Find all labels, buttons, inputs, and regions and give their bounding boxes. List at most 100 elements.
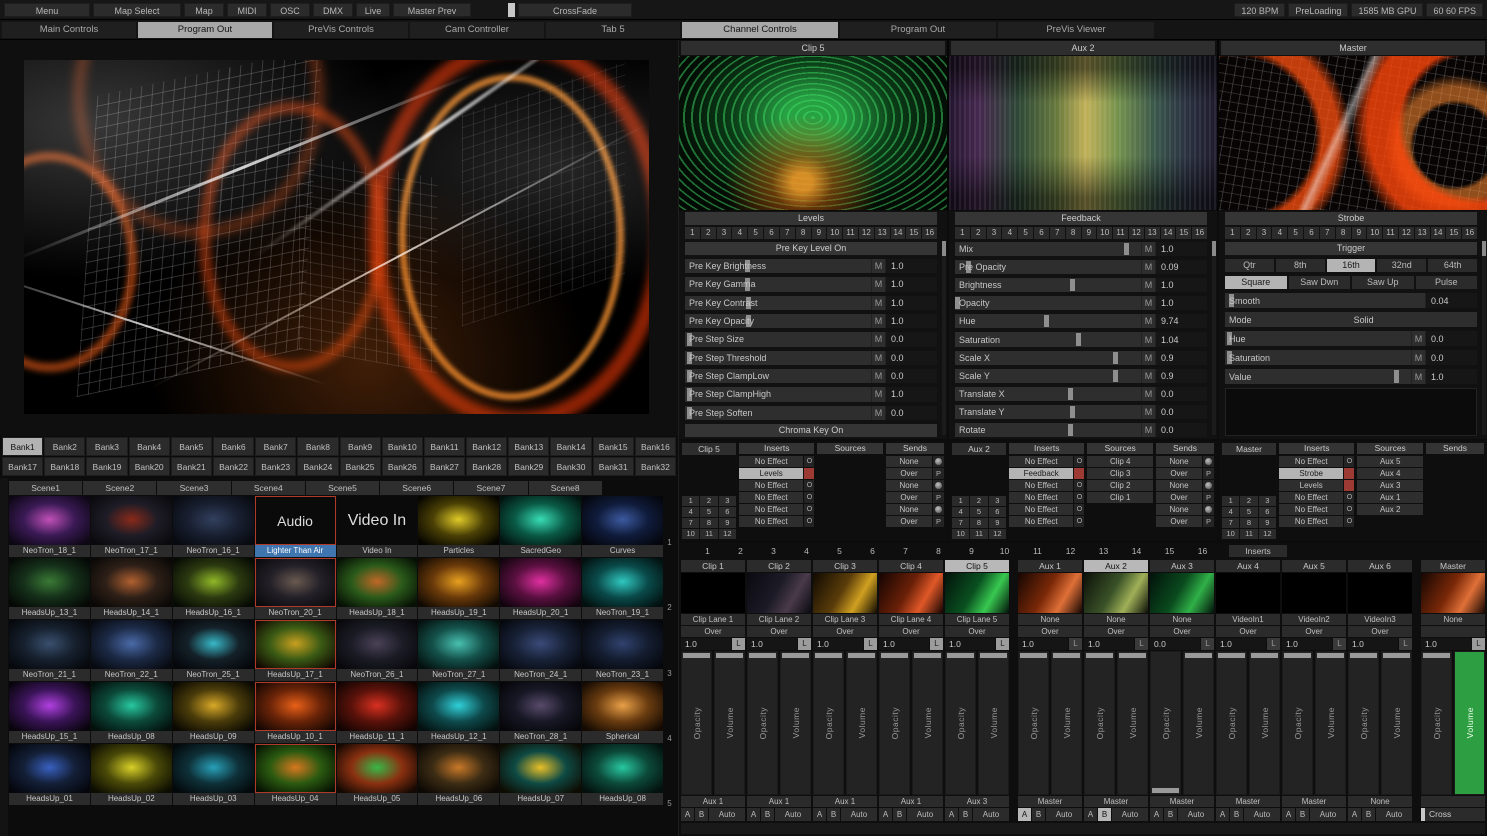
ab-b-button[interactable]: B bbox=[1098, 808, 1111, 821]
preset-button-5[interactable]: 5 bbox=[970, 507, 987, 517]
strobe-slider-value[interactable]: Value bbox=[1225, 369, 1411, 384]
mixer-number-13[interactable]: 13 bbox=[1087, 546, 1120, 556]
preset-button-4[interactable]: 4 bbox=[1222, 507, 1239, 517]
insert-slot-no-effect-2[interactable]: No Effect bbox=[1009, 480, 1073, 491]
ab-a-button[interactable]: A bbox=[1150, 808, 1163, 821]
clip-label-neotron-17-1[interactable]: NeoTron_17_1 bbox=[91, 545, 172, 557]
clip-label-headsup-09[interactable]: HeadsUp_09 bbox=[173, 731, 254, 743]
channel-opacity-value[interactable]: 1.0 bbox=[879, 638, 929, 650]
bank-button-bank21[interactable]: Bank21 bbox=[171, 457, 212, 476]
preset-button-11[interactable]: 11 bbox=[970, 529, 987, 539]
clip-thumbnail-neotron-28-1[interactable] bbox=[500, 682, 581, 731]
scene-header-scene3[interactable]: Scene3 bbox=[157, 481, 230, 495]
midi-m-label[interactable]: M bbox=[1141, 369, 1155, 383]
scrollbar-thumb[interactable] bbox=[1212, 241, 1216, 256]
levels-footer[interactable]: Chroma Key On bbox=[685, 424, 937, 437]
preset-button-4[interactable]: 4 bbox=[952, 507, 969, 517]
preset-button-6[interactable]: 6 bbox=[1259, 507, 1276, 517]
ab-b-button[interactable]: B bbox=[1032, 808, 1045, 821]
opacity-fader-handle[interactable] bbox=[1020, 653, 1047, 658]
channel-thumbnail-aux-1[interactable] bbox=[1018, 573, 1082, 613]
insert-slot-levels-2[interactable]: Levels bbox=[1279, 480, 1343, 491]
source-button-clip-4[interactable]: Clip 4 bbox=[1087, 456, 1153, 467]
monitor-title-aux-2[interactable]: Aux 2 bbox=[951, 41, 1215, 55]
preset-button-12[interactable]: 12 bbox=[1259, 529, 1276, 539]
bank-button-bank27[interactable]: Bank27 bbox=[424, 457, 465, 476]
send-button-over[interactable]: Over bbox=[886, 492, 932, 503]
channel-source-aux-4[interactable]: VideoIn1 bbox=[1216, 614, 1280, 625]
channel-thumbnail-aux-3[interactable] bbox=[1150, 573, 1214, 613]
ab-a-button[interactable]: A bbox=[681, 808, 694, 821]
ab-a-button[interactable]: A bbox=[813, 808, 826, 821]
insert-o-tag[interactable]: O bbox=[804, 504, 814, 515]
levels-slider-pre-step-clamphigh[interactable]: Pre Step ClampHigh bbox=[685, 387, 871, 401]
channel-lock-button[interactable]: L bbox=[1135, 638, 1148, 650]
param-value[interactable]: 0.0 bbox=[885, 406, 937, 420]
param-value[interactable]: 0.04 bbox=[1425, 293, 1477, 308]
channel-thumbnail-clip-1[interactable] bbox=[681, 573, 745, 613]
midi-m-label[interactable]: M bbox=[1411, 350, 1425, 365]
clip-thumbnail-neotron-21-1[interactable] bbox=[9, 620, 90, 669]
volume-fader-handle[interactable] bbox=[914, 653, 941, 658]
slider-handle[interactable] bbox=[1124, 243, 1129, 255]
channel-opacity-value[interactable]: 1.0 bbox=[747, 638, 797, 650]
panel-title-feedback[interactable]: Feedback bbox=[955, 212, 1207, 225]
mixer-number-3[interactable]: 3 bbox=[757, 546, 790, 556]
send-button-over[interactable]: Over bbox=[1156, 492, 1202, 503]
clip-label-headsup-20-1[interactable]: HeadsUp_20_1 bbox=[500, 607, 581, 619]
feedback-digit-2[interactable]: 2 bbox=[971, 227, 986, 239]
tab-previs-controls[interactable]: PreVis Controls bbox=[274, 22, 408, 38]
insert-slot-no-effect-5[interactable]: No Effect bbox=[1279, 516, 1343, 527]
opacity-fader-handle[interactable] bbox=[1423, 653, 1450, 658]
clip-thumbnail-neotron-24-1[interactable] bbox=[500, 620, 581, 669]
menu-button-live[interactable]: Live bbox=[356, 3, 390, 17]
channel-source-clip-4[interactable]: Clip Lane 4 bbox=[879, 614, 943, 625]
midi-m-label[interactable]: M bbox=[871, 351, 885, 365]
strobe-scrollbar[interactable] bbox=[1482, 241, 1486, 435]
source-button-aux-2[interactable]: Aux 2 bbox=[1357, 504, 1423, 515]
clip-thumbnail-headsup-07[interactable] bbox=[500, 744, 581, 793]
clip-label-headsup-13-1[interactable]: HeadsUp_13_1 bbox=[9, 607, 90, 619]
bank-button-bank14[interactable]: Bank14 bbox=[550, 437, 591, 456]
midi-m-label[interactable]: M bbox=[1411, 369, 1425, 384]
send-button-none[interactable]: None bbox=[886, 480, 932, 491]
bank-button-bank12[interactable]: Bank12 bbox=[466, 437, 507, 456]
clip-label-neotron-16-1[interactable]: NeoTron_16_1 bbox=[173, 545, 254, 557]
volume-fader-handle[interactable] bbox=[716, 653, 743, 658]
clip-thumbnail-headsup-04[interactable] bbox=[255, 744, 336, 793]
channel-route-aux-6[interactable]: None bbox=[1348, 796, 1412, 807]
channel-name-clip-2[interactable]: Clip 2 bbox=[747, 560, 811, 572]
midi-m-label[interactable]: M bbox=[1141, 332, 1155, 346]
volume-fader[interactable]: Volume bbox=[1051, 651, 1082, 795]
bank-button-bank30[interactable]: Bank30 bbox=[550, 457, 591, 476]
midi-m-label[interactable]: M bbox=[871, 296, 885, 310]
send-button-none[interactable]: None bbox=[886, 456, 932, 467]
slider-handle[interactable] bbox=[1113, 352, 1118, 364]
mixer-number-1[interactable]: 1 bbox=[691, 546, 724, 556]
tab-channel-controls[interactable]: Channel Controls bbox=[682, 22, 838, 38]
channel-blend-aux-6[interactable]: Over bbox=[1348, 626, 1412, 637]
feedback-digit-13[interactable]: 13 bbox=[1145, 227, 1160, 239]
slider-handle[interactable] bbox=[1044, 315, 1049, 327]
midi-m-label[interactable]: M bbox=[871, 332, 885, 346]
clip-thumbnail-headsup-02[interactable] bbox=[91, 744, 172, 793]
tab-program-out[interactable]: Program Out bbox=[138, 22, 272, 38]
opacity-fader[interactable]: Opacity bbox=[747, 651, 778, 795]
preset-button-7[interactable]: 7 bbox=[952, 518, 969, 528]
channel-opacity-value[interactable]: 0.0 bbox=[1150, 638, 1200, 650]
strip-name-master[interactable]: Master bbox=[1222, 443, 1276, 455]
mixer-number-11[interactable]: 11 bbox=[1021, 546, 1054, 556]
menu-button-midi[interactable]: MIDI bbox=[227, 3, 267, 17]
channel-name-aux-2[interactable]: Aux 2 bbox=[1084, 560, 1148, 572]
strobe-digit-6[interactable]: 6 bbox=[1304, 227, 1319, 239]
channel-thumbnail-clip-4[interactable] bbox=[879, 573, 943, 613]
channel-blend-aux-1[interactable]: Over bbox=[1018, 626, 1082, 637]
channel-route-aux-1[interactable]: Master bbox=[1018, 796, 1082, 807]
preset-button-9[interactable]: 9 bbox=[719, 518, 736, 528]
clip-label-headsup-01[interactable]: HeadsUp_01 bbox=[9, 793, 90, 805]
clip-label-neotron-19-1[interactable]: NeoTron_19_1 bbox=[582, 607, 663, 619]
slider-handle[interactable] bbox=[1068, 388, 1073, 400]
volume-fader[interactable]: Volume bbox=[846, 651, 877, 795]
insert-o-tag[interactable]: O bbox=[1344, 492, 1354, 503]
slider-handle[interactable] bbox=[1113, 370, 1118, 382]
